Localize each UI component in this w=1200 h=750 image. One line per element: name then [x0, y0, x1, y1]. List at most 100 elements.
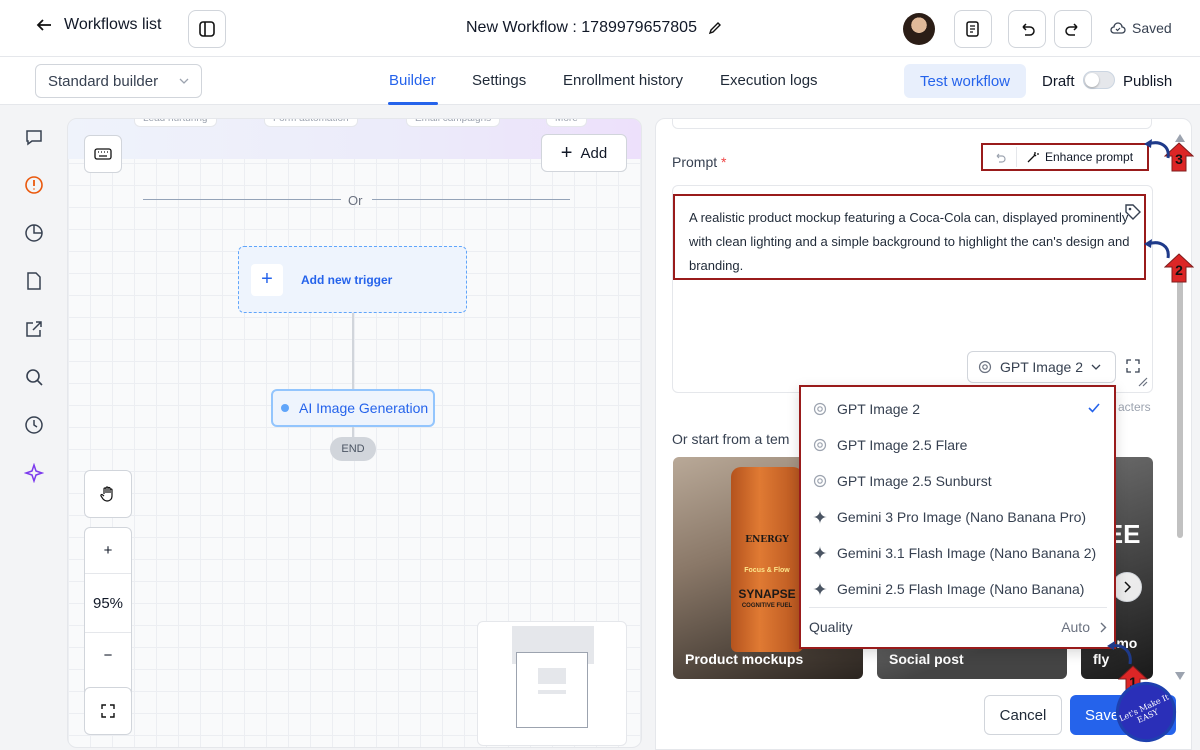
can-image: ENERGY Focus & Flow SYNAPSE COGNITIVE FU…	[731, 467, 803, 652]
tab-builder[interactable]: Builder	[389, 72, 436, 89]
workflow-title-text: New Workflow : 1789979657805	[466, 19, 697, 36]
chip-email-campaigns[interactable]: Email campaigns	[406, 119, 501, 127]
previous-field[interactable]	[672, 119, 1152, 129]
builder-select[interactable]: Standard builder	[35, 64, 202, 98]
chevron-down-icon	[179, 78, 189, 84]
pan-mode-button[interactable]	[84, 470, 132, 518]
pie-chart-icon[interactable]	[24, 223, 44, 243]
workflow-canvas[interactable]: Lead nurturing Form automation Email cam…	[67, 118, 642, 748]
enhance-prompt-button[interactable]: Enhance prompt	[1017, 150, 1133, 164]
search-icon[interactable]	[24, 367, 44, 387]
sparkle-icon[interactable]	[24, 463, 44, 483]
add-button-label: Add	[580, 144, 608, 162]
curved-arrow-icon	[1107, 641, 1132, 665]
model-option-label: Gemini 3 Pro Image (Nano Banana Pro)	[837, 509, 1087, 525]
can-sub: Focus & Flow	[744, 567, 790, 574]
model-option-gpt-image-2[interactable]: GPT Image 2	[809, 391, 1107, 427]
toggle-sidebar-button[interactable]	[188, 10, 226, 48]
model-option-gemini-2-5-flash[interactable]: Gemini 2.5 Flash Image (Nano Banana)	[809, 571, 1107, 607]
external-link-icon[interactable]	[24, 319, 44, 339]
chip-lead-nurturing[interactable]: Lead nurturing	[134, 119, 217, 127]
prompt-label: Prompt *	[672, 154, 726, 170]
tab-enrollment-history[interactable]: Enrollment history	[563, 72, 683, 89]
plus-icon: +	[560, 141, 573, 164]
model-option-gemini-3-pro[interactable]: Gemini 3 Pro Image (Nano Banana Pro)	[809, 499, 1107, 535]
ai-image-generation-node[interactable]: AI Image Generation	[271, 389, 435, 427]
model-option-gpt-image-2-5-flare[interactable]: GPT Image 2.5 Flare	[809, 427, 1107, 463]
keyboard-shortcuts-button[interactable]	[84, 135, 122, 173]
quality-value: Auto	[1061, 619, 1090, 635]
chevron-right-icon	[1124, 581, 1131, 593]
model-option-label: GPT Image 2	[837, 401, 921, 417]
undo-button[interactable]	[1008, 10, 1046, 48]
zoom-out-button[interactable]: −	[85, 632, 131, 678]
builder-select-value: Standard builder	[48, 72, 159, 90]
trigger-label: Add new trigger	[301, 272, 393, 287]
can-name: SYNAPSE	[738, 587, 796, 601]
add-button[interactable]: + Add	[541, 134, 627, 172]
hand-icon	[100, 486, 113, 502]
carousel-next-button[interactable]	[1112, 572, 1142, 602]
curved-arrow-icon	[1144, 239, 1170, 259]
back-to-workflows-link[interactable]: Workflows list	[36, 16, 162, 34]
model-option-label: GPT Image 2.5 Flare	[837, 437, 968, 453]
user-avatar[interactable]	[903, 13, 935, 45]
redo-button[interactable]	[1054, 10, 1092, 48]
notes-button[interactable]	[954, 10, 992, 48]
publish-label: Publish	[1123, 73, 1173, 90]
cloud-check-icon	[1110, 22, 1126, 34]
minimap-node	[538, 690, 566, 694]
undo-icon	[996, 153, 1006, 163]
test-workflow-button[interactable]: Test workflow	[904, 64, 1026, 98]
undo-enhance-button[interactable]	[983, 147, 1017, 167]
undo-icon	[1022, 23, 1035, 36]
model-option-label: Gemini 3.1 Flash Image (Nano Banana 2)	[837, 545, 1097, 561]
can-brand: ENERGY	[745, 535, 789, 545]
zoom-in-button[interactable]: +	[85, 528, 131, 574]
tab-execution-logs[interactable]: Execution logs	[720, 72, 818, 89]
scroll-thumb[interactable]	[1177, 278, 1183, 538]
prompt-text[interactable]: A realistic product mockup featuring a C…	[673, 194, 1146, 280]
cancel-button[interactable]: Cancel	[984, 695, 1062, 735]
active-tab-indicator	[388, 102, 438, 105]
fit-view-button[interactable]	[84, 687, 132, 735]
plus-icon: +	[251, 263, 283, 296]
chevron-down-icon	[1091, 364, 1101, 370]
ai-node-label: AI Image Generation	[299, 400, 429, 416]
clock-icon[interactable]	[24, 415, 44, 435]
chip-more[interactable]: More	[546, 119, 587, 127]
gemini-icon	[813, 510, 827, 524]
prompt-label-text: Prompt	[672, 154, 718, 170]
model-option-gpt-image-2-5-sunburst[interactable]: GPT Image 2.5 Sunburst	[809, 463, 1107, 499]
zoom-controls: + 95% −	[84, 527, 132, 712]
chat-icon[interactable]	[24, 127, 44, 147]
model-select[interactable]: GPT Image 2	[967, 351, 1116, 383]
minimap[interactable]	[477, 621, 627, 746]
back-label: Workflows list	[64, 16, 162, 33]
add-trigger-node[interactable]: + Add new trigger	[238, 246, 467, 313]
template-section-label: Or start from a tem	[672, 431, 790, 447]
publish-toggle[interactable]	[1083, 71, 1115, 89]
tab-settings[interactable]: Settings	[472, 72, 526, 89]
resize-handle-icon[interactable]	[1138, 377, 1148, 387]
document-icon[interactable]	[24, 271, 44, 291]
divider-left	[143, 199, 341, 200]
alert-circle-icon[interactable]	[24, 175, 44, 195]
model-select-value: GPT Image 2	[1000, 359, 1084, 375]
panel-scrollbar[interactable]	[1173, 133, 1187, 683]
enhance-prompt-toolbar: Enhance prompt	[981, 143, 1149, 171]
expand-icon[interactable]	[1126, 359, 1140, 373]
quality-option[interactable]: Quality Auto	[809, 615, 1107, 639]
clipboard-icon	[966, 21, 979, 37]
draft-label: Draft	[1042, 73, 1075, 90]
tag-icon[interactable]	[1124, 203, 1142, 221]
pencil-icon[interactable]	[707, 20, 723, 36]
model-option-gemini-3-1-flash[interactable]: Gemini 3.1 Flash Image (Nano Banana 2)	[809, 535, 1107, 571]
saved-status: Saved	[1110, 20, 1172, 36]
scroll-down-icon[interactable]	[1174, 671, 1186, 681]
quality-label: Quality	[809, 619, 853, 635]
check-icon	[1088, 403, 1100, 413]
minimap-node	[538, 668, 566, 684]
template-name: Social post	[889, 651, 964, 667]
chip-form-automation[interactable]: Form automation	[264, 119, 358, 127]
